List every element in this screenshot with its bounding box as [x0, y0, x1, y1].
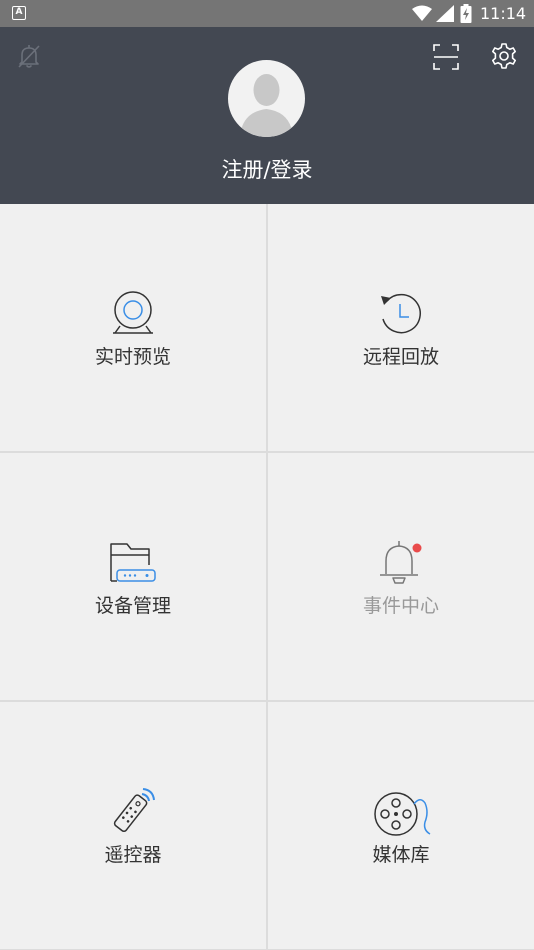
- battery-charging-icon: [460, 4, 472, 23]
- scan-icon[interactable]: [433, 44, 459, 70]
- avatar[interactable]: [228, 60, 305, 137]
- status-time: 11:14: [480, 4, 527, 23]
- profile-header: 注册/登录: [0, 27, 534, 204]
- menu-item-media-library[interactable]: 媒体库: [268, 702, 534, 949]
- menu-item-event-center[interactable]: 事件中心: [268, 453, 534, 700]
- wifi-icon: [412, 5, 432, 21]
- film-reel-icon: [374, 792, 431, 836]
- feature-grid: 实时预览 远程回放 设备管理 事件中心 遥控器 媒体库: [0, 204, 534, 950]
- device-folder-icon: [110, 543, 156, 582]
- menu-item-live-preview[interactable]: 实时预览: [0, 204, 266, 451]
- bell-icon: [380, 541, 422, 584]
- menu-item-label: 远程回放: [362, 346, 439, 368]
- menu-item-label: 设备管理: [94, 595, 171, 617]
- menu-item-label: 实时预览: [94, 346, 171, 368]
- menu-item-label: 遥控器: [104, 844, 162, 866]
- menu-item-device-management[interactable]: 设备管理: [0, 453, 266, 700]
- status-bar: A 11:14: [0, 0, 534, 27]
- signal-icon: [436, 5, 454, 22]
- menu-item-label: 事件中心: [362, 595, 439, 617]
- avatar-icon: [240, 74, 293, 137]
- gear-icon[interactable]: [490, 42, 518, 70]
- menu-item-remote-playback[interactable]: 远程回放: [268, 204, 534, 451]
- webcam-icon: [113, 291, 153, 334]
- login-register-link[interactable]: 注册/登录: [0, 155, 534, 185]
- menu-item-label: 媒体库: [372, 844, 430, 866]
- notification-a-icon: A: [12, 6, 26, 20]
- clock-history-icon: [381, 293, 421, 334]
- bell-off-icon[interactable]: [16, 43, 42, 69]
- remote-control-icon: [113, 788, 155, 833]
- menu-item-remote-control[interactable]: 遥控器: [0, 702, 266, 949]
